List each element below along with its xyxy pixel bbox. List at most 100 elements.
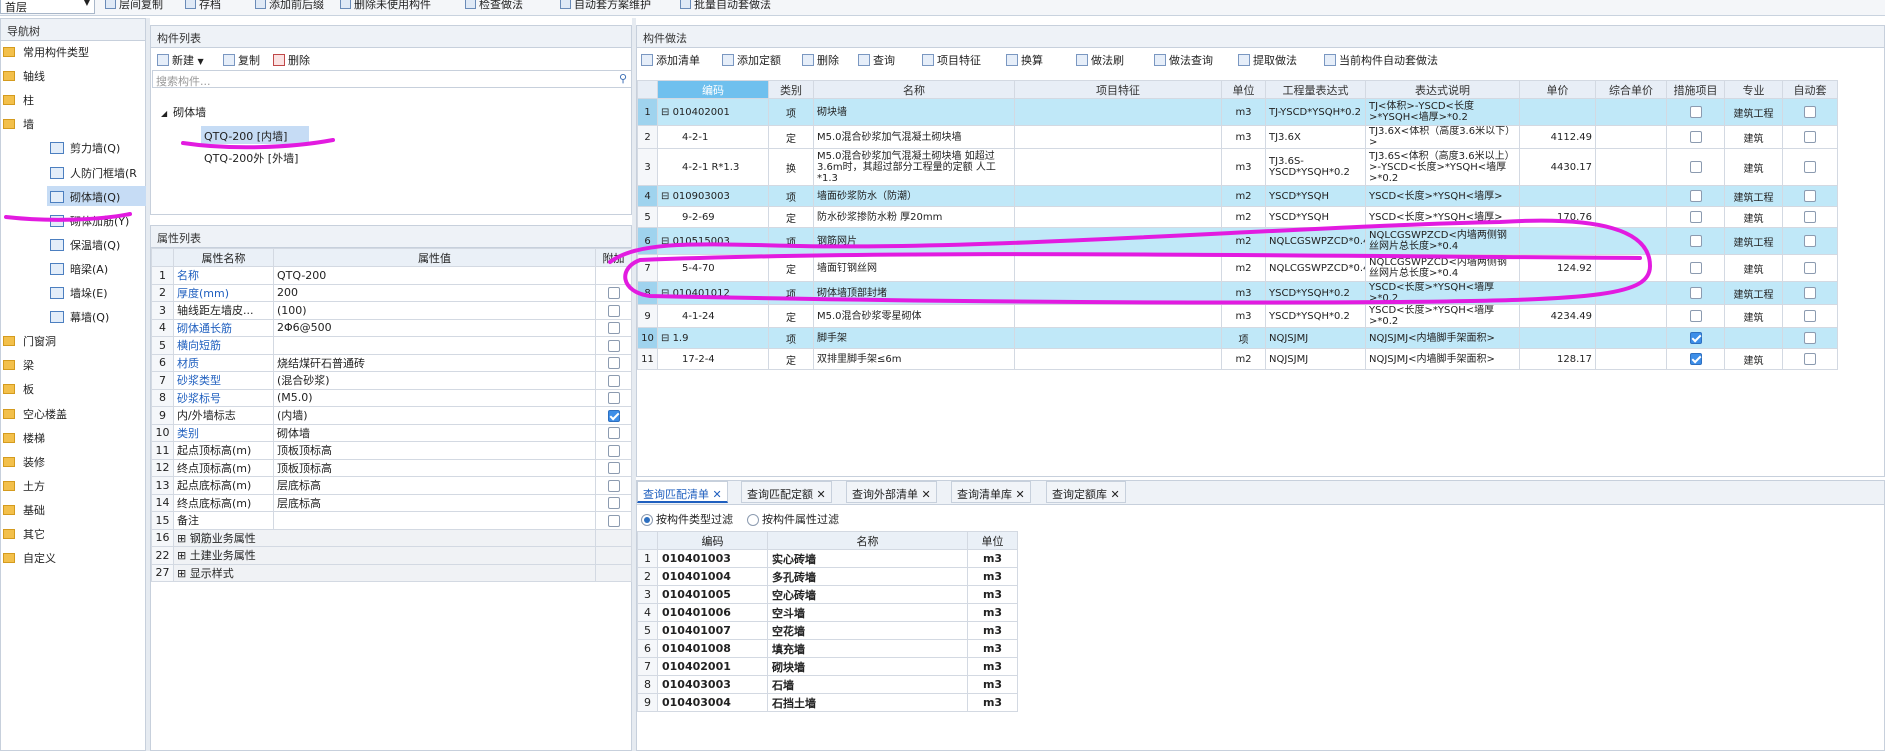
method-cell-code[interactable]: 4-1-24: [657, 304, 769, 328]
method-cell-name[interactable]: 钢筋网片: [813, 227, 1015, 255]
match-row[interactable]: 4 010401006 空斗墙 m3: [637, 603, 1018, 622]
method-cell-unit[interactable]: m2: [1221, 185, 1266, 207]
method-cell-comp[interactable]: [1595, 327, 1667, 349]
extra-checkbox[interactable]: [607, 444, 620, 457]
property-value[interactable]: (100): [273, 301, 596, 320]
method-row[interactable]: 2 4-2-1 定 M5.0混合砂浆加气混凝土砌块墙 m3 TJ3.6X TJ3.6X<体积…: [637, 125, 1838, 149]
nav-item-17[interactable]: 装修: [1, 451, 147, 471]
major-cell[interactable]: 建筑工程: [1724, 98, 1783, 126]
method-cell-feature[interactable]: [1014, 206, 1222, 228]
method-button-5[interactable]: 换算: [1006, 52, 1043, 68]
extra-checkbox[interactable]: [607, 409, 620, 422]
method-cell-cat[interactable]: 项: [768, 98, 814, 126]
property-value[interactable]: 层底标高: [273, 476, 596, 495]
collapse-icon[interactable]: ⊟: [661, 107, 673, 118]
method-cell-price[interactable]: 170.76: [1519, 206, 1596, 228]
method-cell-cat[interactable]: 项: [768, 227, 814, 255]
major-cell[interactable]: 建筑: [1724, 348, 1783, 370]
method-cell-comp[interactable]: [1595, 148, 1667, 186]
method-cell-desc[interactable]: YSCD<长度>*YSQH<墙厚>: [1365, 185, 1520, 207]
method-cell-name[interactable]: 双排里脚手架≤6m: [813, 348, 1015, 370]
method-cell-expr[interactable]: TJ3.6X: [1265, 125, 1366, 149]
method-cell-comp[interactable]: [1595, 304, 1667, 328]
property-value[interactable]: 砌体墙: [273, 423, 596, 442]
match-row[interactable]: 2 010401004 多孔砖墙 m3: [637, 567, 1018, 586]
property-value[interactable]: [273, 336, 596, 355]
property-row[interactable]: 8 砂浆标号 (M5.0): [151, 388, 632, 407]
major-cell[interactable]: 建筑: [1724, 304, 1783, 328]
method-cell-feature[interactable]: [1014, 254, 1222, 282]
match-row[interactable]: 1 010401003 实心砖墙 m3: [637, 549, 1018, 568]
method-cell-price[interactable]: [1519, 281, 1596, 305]
major-cell[interactable]: [1724, 327, 1783, 349]
nav-item-21[interactable]: 自定义: [1, 547, 147, 567]
close-icon[interactable]: ✕: [813, 488, 825, 501]
measure-checkbox[interactable]: [1689, 161, 1702, 173]
method-cell-comp[interactable]: [1595, 281, 1667, 305]
tree-item-qtq200-outer[interactable]: QTQ-200外 [外墙]: [201, 148, 301, 168]
major-cell[interactable]: 建筑: [1724, 254, 1783, 282]
method-row[interactable]: 9 4-1-24 定 M5.0混合砂浆零星砌体 m3 YSCD*YSQH*0.2 YSCD<…: [637, 304, 1838, 328]
match-row[interactable]: 9 010403004 石挡土墙 m3: [637, 693, 1018, 712]
auto-checkbox[interactable]: [1804, 131, 1816, 143]
expand-icon[interactable]: ⊞: [177, 567, 190, 580]
auto-checkbox[interactable]: [1804, 287, 1816, 299]
method-button-0[interactable]: 添加清单: [641, 52, 700, 68]
nav-item-18[interactable]: 土方: [1, 475, 147, 495]
method-cell-name[interactable]: 砌体墙顶部封堵: [813, 281, 1015, 305]
method-cell-code[interactable]: ⊟ 010515003: [657, 227, 769, 255]
method-cell-name[interactable]: 墙面钉钢丝网: [813, 254, 1015, 282]
extra-checkbox[interactable]: [607, 497, 620, 510]
property-row[interactable]: 11 起点顶标高(m) 顶板顶标高: [151, 441, 632, 460]
method-cell-unit[interactable]: m3: [1221, 148, 1266, 186]
property-row[interactable]: 4 砌体通长筋 2Φ6@500: [151, 318, 632, 337]
method-cell-price[interactable]: 4430.17: [1519, 148, 1596, 186]
method-cell-desc[interactable]: TJ3.6X<体积（高度3.6米以下）>: [1365, 125, 1520, 149]
method-cell-code[interactable]: 4-2-1: [657, 125, 769, 149]
measure-checkbox[interactable]: [1689, 310, 1702, 322]
method-cell-desc[interactable]: NQJSJMJ<内墙脚手架面积>: [1365, 348, 1520, 370]
method-cell-expr[interactable]: YSCD*YSQH*0.2: [1265, 304, 1366, 328]
method-row[interactable]: 10 ⊟ 1.9 项 脚手架 项 NQJSJMJ NQJSJMJ<内墙脚手架面积>: [637, 327, 1838, 349]
match-row[interactable]: 7 010402001 砌块墙 m3: [637, 657, 1018, 676]
toolbar-item-6[interactable]: 批量自动套做法: [680, 0, 771, 12]
method-cell-comp[interactable]: [1595, 98, 1667, 126]
property-row[interactable]: 9 内/外墙标志 (内墙): [151, 406, 632, 425]
method-cell-code[interactable]: ⊟ 010401012: [657, 281, 769, 305]
method-cell-comp[interactable]: [1595, 206, 1667, 228]
extra-checkbox[interactable]: [607, 374, 620, 387]
method-cell-code[interactable]: 4-2-1 R*1.3: [657, 148, 769, 186]
nav-item-10[interactable]: 墙垛(E): [47, 282, 147, 302]
property-row[interactable]: 3 轴线距左墙皮... (100): [151, 301, 632, 320]
method-cell-unit[interactable]: m3: [1221, 304, 1266, 328]
close-icon[interactable]: ✕: [1107, 488, 1119, 501]
floor-select[interactable]: 首层 ▼: [0, 0, 95, 14]
property-value[interactable]: QTQ-200: [273, 266, 596, 285]
extra-checkbox[interactable]: [607, 479, 620, 492]
close-icon[interactable]: ✕: [709, 488, 721, 501]
method-cell-cat[interactable]: 定: [768, 206, 814, 228]
method-cell-feature[interactable]: [1014, 227, 1222, 255]
nav-item-8[interactable]: 保温墙(Q): [47, 234, 147, 254]
measure-checkbox[interactable]: [1689, 190, 1702, 202]
toolbar-item-0[interactable]: 层间复制: [105, 0, 163, 12]
method-cell-comp[interactable]: [1595, 348, 1667, 370]
nav-item-3[interactable]: 墙: [1, 113, 147, 133]
method-cell-price[interactable]: 4112.49: [1519, 125, 1596, 149]
method-cell-desc[interactable]: NQJSJMJ<内墙脚手架面积>: [1365, 327, 1520, 349]
method-cell-comp[interactable]: [1595, 185, 1667, 207]
method-cell-feature[interactable]: [1014, 348, 1222, 370]
method-cell-desc[interactable]: TJ3.6S<体积（高度3.6米以上）>-YSCD<长度>*YSQH<墙厚>*0…: [1365, 148, 1520, 186]
nav-item-15[interactable]: 空心楼盖: [1, 403, 147, 423]
property-row[interactable]: 10 类别 砌体墙: [151, 423, 632, 442]
measure-checkbox[interactable]: [1689, 235, 1702, 247]
method-cell-price[interactable]: 4234.49: [1519, 304, 1596, 328]
match-row[interactable]: 3 010401005 空心砖墙 m3: [637, 585, 1018, 604]
measure-checkbox[interactable]: [1689, 332, 1702, 344]
auto-checkbox[interactable]: [1804, 161, 1816, 173]
match-row[interactable]: 5 010401007 空花墙 m3: [637, 621, 1018, 640]
property-row[interactable]: 13 起点底标高(m) 层底标高: [151, 476, 632, 495]
method-button-6[interactable]: 做法刷: [1076, 52, 1124, 68]
method-cell-code[interactable]: 9-2-69: [657, 206, 769, 228]
method-cell-expr[interactable]: YSCD*YSQH: [1265, 185, 1366, 207]
